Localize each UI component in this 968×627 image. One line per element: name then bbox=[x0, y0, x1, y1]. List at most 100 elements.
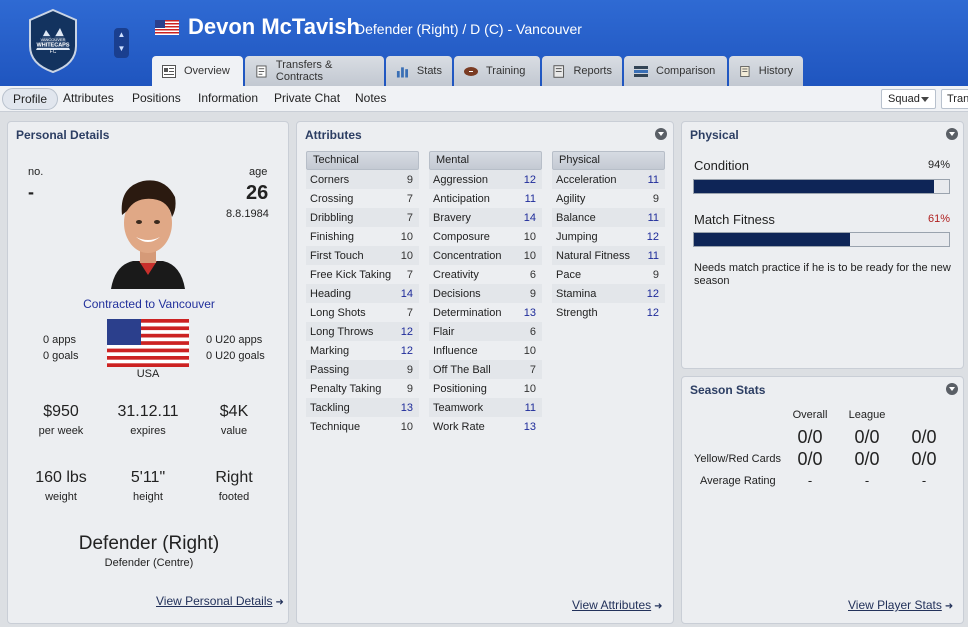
subnav-private-chat[interactable]: Private Chat bbox=[274, 91, 340, 105]
chevron-down-icon bbox=[921, 97, 929, 102]
weight-value: 160 lbs bbox=[35, 469, 87, 486]
attribute-name: Pace bbox=[556, 268, 582, 281]
attribute-row: Dribbling 7 bbox=[306, 208, 419, 227]
height-value: 5'11" bbox=[130, 469, 166, 486]
arrow-right-icon: ➜ bbox=[275, 597, 284, 608]
arrow-up-icon[interactable]: ▲ bbox=[114, 28, 129, 42]
mental-rows: Aggression 12 Anticipation 11 Bravery 14 Compo… bbox=[429, 170, 542, 436]
attribute-value: 11 bbox=[524, 401, 536, 414]
attribute-row: Agility 9 bbox=[552, 189, 665, 208]
condition-label: Condition bbox=[694, 158, 749, 173]
attribute-value: 12 bbox=[400, 344, 413, 357]
squad-number-label: no. bbox=[28, 166, 44, 178]
attribute-name: Corners bbox=[310, 173, 350, 186]
physical-header: Physical bbox=[552, 151, 665, 170]
subnav-attributes[interactable]: Attributes bbox=[63, 91, 114, 105]
attribute-row: Flair 6 bbox=[429, 322, 542, 341]
attribute-row: Work Rate 13 bbox=[429, 417, 542, 436]
panel-menu-icon[interactable] bbox=[946, 128, 958, 140]
attribute-row: Finishing 10 bbox=[306, 227, 419, 246]
preferred-foot-value: Right bbox=[215, 469, 253, 486]
attribute-value: 6 bbox=[529, 268, 536, 281]
attribute-value: 7 bbox=[529, 363, 536, 376]
attribute-value: 7 bbox=[406, 192, 413, 205]
attribute-value: 9 bbox=[406, 363, 413, 376]
attribute-name: Decisions bbox=[433, 287, 481, 300]
subnav-positions[interactable]: Positions bbox=[132, 91, 181, 105]
attribute-value: 6 bbox=[529, 325, 536, 338]
attribute-row: Penalty Taking 9 bbox=[306, 379, 419, 398]
sub-navigation: Profile Attributes Positions Information… bbox=[0, 86, 968, 112]
subnav-profile[interactable]: Profile bbox=[2, 88, 59, 110]
technical-attributes: Technical Corners 9 Crossing 7 Dribbling 7 Fin… bbox=[306, 151, 419, 436]
attribute-value: 11 bbox=[647, 249, 659, 262]
arrow-right-icon: ➜ bbox=[944, 601, 954, 612]
panel-menu-icon[interactable] bbox=[946, 383, 958, 395]
attribute-value: 10 bbox=[523, 382, 536, 395]
attribute-row: Concentration 10 bbox=[429, 246, 542, 265]
personal-details-panel: Personal Details no. - age 26 8.8.1984 C… bbox=[7, 121, 289, 624]
match-fitness-value: 61% bbox=[928, 213, 951, 225]
attribute-name: Concentration bbox=[433, 249, 502, 262]
attribute-name: Positioning bbox=[433, 382, 487, 395]
tab-overview[interactable]: Overview bbox=[152, 56, 243, 86]
tab-label: Stats bbox=[416, 65, 442, 77]
attribute-value: 10 bbox=[523, 249, 536, 262]
squad-number-value: - bbox=[28, 182, 34, 202]
attribute-row: Free Kick Taking 7 bbox=[306, 265, 419, 284]
attribute-row: Strength 12 bbox=[552, 303, 665, 322]
match-fitness-bar bbox=[693, 232, 950, 247]
attribute-row: Influence 10 bbox=[429, 341, 542, 360]
attribute-name: Flair bbox=[433, 325, 455, 338]
squad-dropdown-label: Squad bbox=[888, 93, 920, 105]
condition-value: 94% bbox=[928, 159, 951, 171]
tab-stats[interactable]: Stats bbox=[386, 56, 452, 86]
panel-menu-icon[interactable] bbox=[655, 128, 667, 140]
physical-panel: Physical Condition 94% Match Fitness 61%… bbox=[681, 121, 964, 369]
attribute-value: 10 bbox=[523, 230, 536, 243]
report-icon bbox=[553, 64, 565, 78]
attribute-row: Jumping 12 bbox=[552, 227, 665, 246]
player-scroll-arrows[interactable]: ▲ ▼ bbox=[114, 28, 129, 58]
tab-transfers-contracts[interactable]: Transfers & Contracts bbox=[245, 56, 384, 86]
comparison-icon bbox=[634, 65, 648, 77]
contract-status-link[interactable]: Contracted to Vancouver bbox=[8, 297, 290, 311]
attribute-row: Aggression 12 bbox=[429, 170, 542, 189]
squad-dropdown[interactable]: Squad bbox=[881, 89, 936, 109]
main-position: Defender (Right) bbox=[78, 533, 220, 554]
attribute-row: Tackling 13 bbox=[306, 398, 419, 417]
tab-history[interactable]: History bbox=[729, 56, 803, 86]
physical-rows: Acceleration 11 Agility 9 Balance 11 Jumping 12… bbox=[552, 170, 665, 322]
tab-reports[interactable]: Reports bbox=[542, 56, 622, 86]
view-player-stats-link[interactable]: View Player Stats ➜ bbox=[848, 598, 953, 612]
attribute-value: 10 bbox=[400, 420, 413, 433]
technical-header: Technical bbox=[306, 151, 419, 170]
stat-cell: 0/0 bbox=[854, 427, 880, 447]
subnav-information[interactable]: Information bbox=[198, 91, 258, 105]
attribute-value: 12 bbox=[400, 325, 413, 338]
attribute-row: Teamwork 11 bbox=[429, 398, 542, 417]
trans-dropdown[interactable]: Trans bbox=[941, 89, 968, 109]
stat-cell: 0/0 bbox=[797, 449, 823, 469]
tab-training[interactable]: Training bbox=[454, 56, 540, 86]
stat-cell: 0/0 bbox=[911, 449, 937, 469]
club-crest-logo[interactable]: VANCOUVER WHITECAPS FC bbox=[26, 8, 80, 74]
stat-cell: 0/0 bbox=[797, 427, 823, 447]
arrow-down-icon[interactable]: ▼ bbox=[114, 42, 129, 56]
attribute-value: 13 bbox=[523, 306, 536, 319]
attribute-name: Heading bbox=[310, 287, 351, 300]
league-column-header: League bbox=[848, 409, 886, 421]
attribute-row: Long Throws 12 bbox=[306, 322, 419, 341]
tab-label: Comparison bbox=[656, 65, 716, 77]
link-label: View Attributes bbox=[572, 598, 652, 612]
player-value: $4K bbox=[219, 403, 249, 420]
player-value-label: value bbox=[220, 425, 248, 437]
view-personal-details-link[interactable]: View Personal Details ➜ bbox=[156, 594, 284, 608]
tab-comparison[interactable]: Comparison bbox=[624, 56, 727, 86]
view-attributes-link[interactable]: View Attributes ➜ bbox=[572, 598, 663, 612]
attribute-value: 9 bbox=[652, 268, 659, 281]
subnav-notes[interactable]: Notes bbox=[355, 91, 386, 105]
wage-value: $950 bbox=[43, 403, 79, 420]
stat-cell: 0/0 bbox=[911, 427, 937, 447]
attribute-value: 11 bbox=[524, 192, 536, 205]
